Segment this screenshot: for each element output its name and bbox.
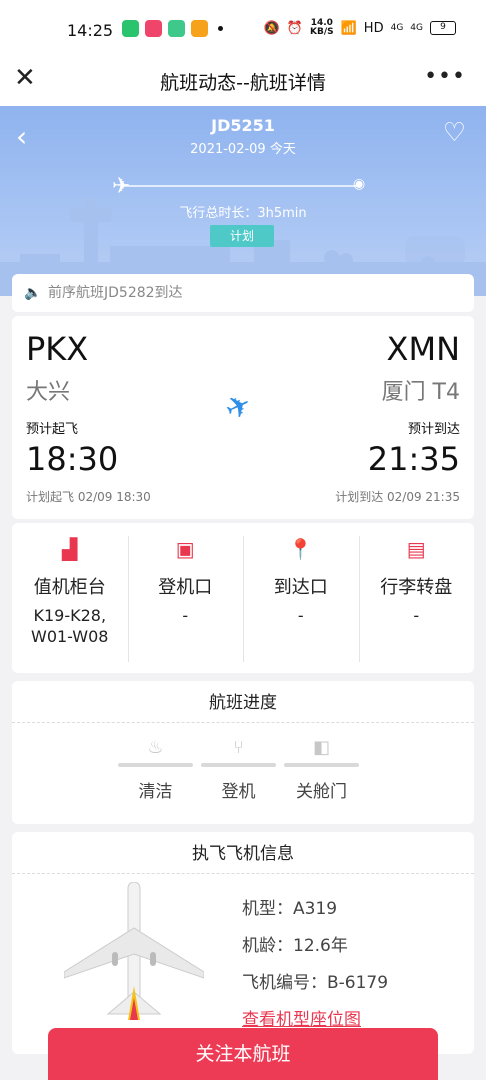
facility-arrival: 📍 到达口 -: [243, 523, 359, 673]
more-options-icon[interactable]: •••: [424, 64, 466, 89]
aircraft-info-card: 执飞飞机信息 机型：A319 机龄：12.6年 飞机编号：B-6179 查看机型…: [12, 832, 474, 1054]
follow-flight-button[interactable]: 关注本航班: [48, 1028, 438, 1080]
notice-text: 前序航班JD5282到达: [48, 285, 183, 301]
progress-step-door: ◧ 关舱门: [284, 737, 359, 802]
flight-number: JD5251: [211, 116, 275, 135]
step-label: 登机: [221, 782, 256, 802]
facility-label: 值机柜台: [33, 577, 106, 598]
top-nav-bar: ✕ 航班动态--航班详情 •••: [0, 58, 486, 106]
progress-step-cleaning: ♨ 清洁: [118, 737, 193, 802]
page-title: 航班动态--航班详情: [160, 72, 326, 94]
aircraft-registration: 飞机编号：B-6179: [242, 973, 389, 993]
flight-hero-banner: ‹ ♡ JD5251 2021-02-09 今天 ✈ ◉ 飞行总时长：3h5mi…: [0, 106, 486, 296]
step-bar: [201, 763, 276, 767]
signal-2-label: 4G: [410, 23, 423, 33]
facility-gate: ▣ 登机口 -: [127, 523, 244, 673]
flight-duration: 飞行总时长：3h5min: [179, 206, 307, 221]
facility-checkin: ▟ 值机柜台 K19-K28,W01-W08: [12, 523, 128, 673]
speaker-icon: 🔈: [24, 285, 42, 301]
aircraft-model: 机型：A319: [242, 899, 338, 919]
airplane-icon: ✈: [219, 386, 258, 429]
status-time: 14:25: [67, 21, 114, 40]
chat-app-icon: [168, 20, 185, 37]
status-bar: 14:25 🔕 ⏰ 14.0 KB/S 📶 HD 4G 4G 9: [0, 0, 486, 58]
progress-steps: ♨ 清洁 ⑂ 登机 ◧ 关舱门: [118, 737, 359, 802]
more-notifications-icon: [218, 26, 223, 31]
facility-value: -: [297, 606, 304, 625]
notification-icons: [122, 20, 223, 37]
cleaning-icon: ♨: [147, 737, 164, 758]
airplane-icon: ✈: [112, 174, 131, 199]
hd-indicator: HD: [363, 20, 384, 36]
checkin-counter-icon: ▟: [62, 537, 78, 561]
departure-label: 预计起飞: [26, 422, 79, 437]
facility-label: 到达口: [273, 577, 328, 598]
flight-date: 2021-02-09 今天: [190, 142, 296, 157]
boarding-gate-icon: ▣: [175, 537, 195, 561]
door-icon: ◧: [312, 737, 330, 758]
progress-step-boarding: ⑂ 登机: [201, 737, 276, 802]
location-pin-icon: 📍: [288, 537, 314, 561]
arrival-label: 预计到达: [407, 422, 460, 437]
seat-map-link[interactable]: 查看机型座位图: [242, 1005, 361, 1030]
status-badge: 计划: [210, 225, 274, 247]
departure-plan: 计划起飞 02/09 18:30: [26, 490, 151, 504]
aircraft-illustration: [64, 882, 204, 1020]
facility-label: 行李转盘: [380, 577, 453, 598]
step-label: 清洁: [138, 782, 173, 802]
arrival-code: XMN: [386, 330, 460, 368]
alarm-icon: ⏰: [286, 20, 303, 36]
arrival-plan: 计划到达 02/09 21:35: [335, 490, 460, 504]
network-speed: 14.0 KB/S: [310, 18, 334, 37]
step-label: 关舱门: [296, 782, 347, 802]
wifi-icon: 📶: [340, 20, 357, 36]
video-app-icon: [145, 20, 162, 37]
status-indicators: 🔕 ⏰ 14.0 KB/S 📶 HD 4G 4G 9: [264, 19, 456, 37]
arrival-time: 21:35: [367, 440, 460, 478]
route-card: PKX XMN 大兴 厦门 T4 ✈ 预计起飞 预计到达 18:30 21:35…: [12, 316, 474, 519]
shop-app-icon: [191, 20, 208, 37]
airport-facilities-card: ▟ 值机柜台 K19-K28,W01-W08 ▣ 登机口 - 📍 到达口 - ▤…: [12, 523, 474, 673]
previous-flight-notice: 🔈 前序航班JD5282到达: [12, 274, 474, 312]
battery-indicator: 9: [430, 21, 456, 35]
destination-pin-icon: ◉: [353, 176, 366, 192]
step-bar: [284, 763, 359, 767]
departure-city: 大兴: [26, 380, 71, 405]
progress-title: 航班进度: [12, 681, 474, 723]
wallet-app-icon: [122, 20, 139, 37]
mute-icon: 🔕: [263, 20, 280, 36]
facility-baggage: ▤ 行李转盘 -: [358, 523, 475, 673]
departure-code: PKX: [26, 330, 89, 368]
departure-time: 18:30: [26, 440, 119, 478]
signal-1-label: 4G: [390, 23, 404, 33]
facility-value: K19-K28,W01-W08: [31, 606, 109, 646]
arrival-city: 厦门 T4: [381, 380, 460, 405]
aircraft-age: 机龄：12.6年: [242, 936, 348, 956]
seat-icon: ⑂: [233, 737, 244, 758]
facility-value: -: [413, 606, 420, 625]
facility-value: -: [182, 606, 189, 625]
facility-label: 登机口: [158, 577, 213, 598]
luggage-icon: ▤: [406, 537, 426, 561]
flight-progress-card: 航班进度 ♨ 清洁 ⑂ 登机 ◧ 关舱门: [12, 681, 474, 824]
aircraft-title: 执飞飞机信息: [12, 832, 474, 874]
flight-track-line: [122, 185, 358, 187]
step-bar: [118, 763, 193, 767]
